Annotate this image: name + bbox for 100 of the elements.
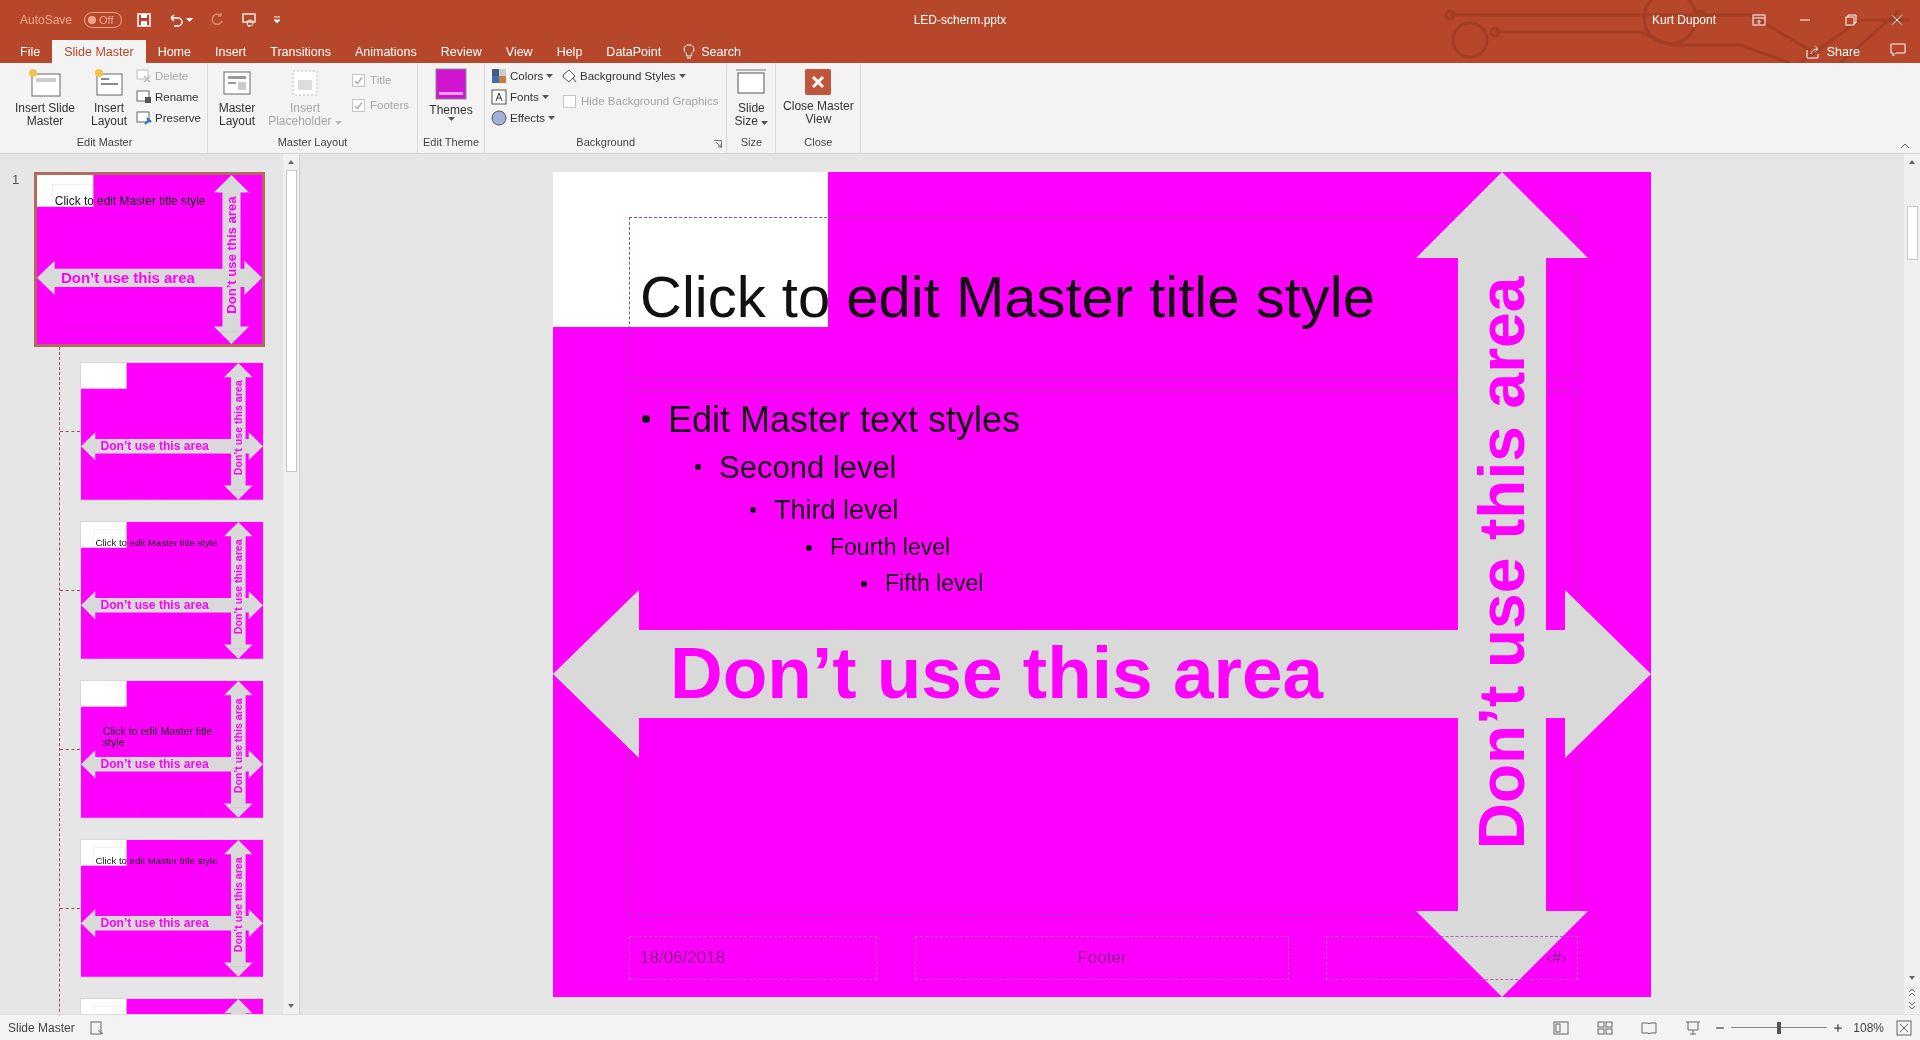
scroll-up-icon[interactable] (1908, 158, 1916, 166)
ribbon-tab[interactable]: Slide Master (52, 40, 146, 63)
scroll-down-icon[interactable] (1908, 974, 1916, 982)
share-button[interactable]: Share (1798, 40, 1866, 63)
slide-sorter-icon[interactable] (1597, 1019, 1614, 1036)
group-label: Background (576, 136, 636, 150)
ribbon-tab[interactable]: Animations (342, 40, 429, 63)
scroll-thumb[interactable] (1906, 206, 1918, 260)
effects-icon (491, 110, 508, 126)
previous-slide-icon[interactable] (1908, 988, 1916, 998)
lightbulb-icon (681, 43, 698, 60)
pin-icon (136, 110, 152, 126)
ribbon-button[interactable]: Themes (422, 66, 481, 136)
ribbon-button[interactable]: Insert Layout (86, 66, 132, 136)
corner-block (81, 522, 127, 548)
zoom-level[interactable]: 108% (1853, 1020, 1884, 1035)
zoom-in-icon[interactable] (1833, 1022, 1844, 1033)
layout-icon (94, 68, 124, 98)
window-title: LED-scherm.pptx (913, 13, 1007, 27)
bullet-icon (861, 580, 867, 587)
area-warning: Don’t use this area (670, 630, 1324, 715)
caret-icon (186, 18, 194, 22)
normal-view-icon[interactable] (1553, 1019, 1570, 1036)
slide-number-placeholder: ‹#› (1326, 935, 1578, 980)
area-warning: Don’t use this area (232, 698, 245, 794)
ribbon-tab[interactable]: Transitions (258, 40, 343, 63)
accessibility-icon[interactable] (88, 1019, 105, 1036)
theme-icon (435, 68, 468, 100)
group-label: Close (804, 136, 833, 150)
share-icon (1804, 43, 1821, 60)
close-icon (804, 68, 833, 96)
area-warning: Don’t use this area (232, 380, 245, 476)
corner-block (81, 840, 127, 866)
bullet-text: Fifth level (885, 569, 984, 598)
scrollbar[interactable] (1904, 154, 1920, 1014)
slideshow-icon[interactable] (1685, 1019, 1702, 1036)
slide-thumbnail[interactable]: Click to edit Master title style Don’t use this area Don’t use this area (80, 521, 264, 660)
ribbon-tab[interactable]: File (8, 40, 53, 63)
ribbon-tab[interactable]: Insert (203, 40, 259, 63)
bullet-icon (806, 545, 812, 552)
undo-icon (168, 12, 185, 28)
ribbon-button[interactable]: Rename (134, 87, 204, 107)
group-label: Edit Theme (423, 136, 480, 150)
scrollbar[interactable] (283, 154, 299, 1014)
area-warning: Don’t use this area (100, 597, 209, 613)
bullet-icon (695, 464, 701, 471)
ribbon-button[interactable]: Background Styles (559, 66, 723, 86)
ribbon-tab[interactable]: Review (428, 40, 494, 63)
zoom-slider-thumb[interactable] (1777, 1021, 1782, 1034)
view-mode: Slide Master (8, 1020, 75, 1035)
slide-thumbnail[interactable]: Click to edit Master title style Don’t use this area Don’t use this area (80, 680, 264, 819)
area-warning: Don’t use this area (232, 857, 245, 953)
scroll-thumb[interactable] (285, 170, 297, 472)
slide-number: 1 (11, 172, 21, 187)
fit-to-window-icon[interactable] (1896, 1019, 1912, 1036)
group-label: Master Layout (277, 136, 348, 150)
bullet-text: Fourth level (830, 534, 951, 562)
slide-thumbnail[interactable]: Click to edit Master title style Don’t use this area Don’t use this area (80, 839, 264, 978)
ribbon-tab[interactable]: Help (544, 40, 595, 63)
scroll-down-icon[interactable] (287, 1002, 295, 1010)
search-button[interactable]: Search (673, 40, 749, 63)
bullet-icon (642, 415, 650, 424)
bullet-text: Second level (719, 448, 897, 486)
slide-master-icon (28, 68, 62, 98)
background-styles-icon (561, 68, 577, 84)
corner-block (81, 681, 127, 707)
ribbon-button[interactable]: Colors (489, 66, 557, 86)
area-warning: Don’t use this area (1466, 276, 1538, 849)
user-name[interactable]: Kurt Dupont (1651, 13, 1716, 27)
placeholder-icon (290, 68, 321, 98)
dialog-launcher-icon[interactable] (714, 140, 723, 148)
area-warning: Don’t use this area (232, 539, 245, 635)
date-placeholder: 18/06/2018 (629, 935, 877, 980)
ribbon-button[interactable]: Effects (489, 108, 557, 128)
ribbon-button[interactable]: Preserve (134, 108, 204, 128)
layout-icon (222, 68, 253, 98)
ribbon-button[interactable]: Fonts (489, 87, 557, 107)
ribbon-tab[interactable]: View (493, 40, 545, 63)
corner-block (81, 363, 127, 389)
delete-icon (136, 68, 152, 84)
ribbon-tab[interactable]: DataPoint (594, 40, 674, 63)
group-label: Edit Master (76, 136, 133, 150)
area-warning: Don’t use this area (100, 915, 209, 931)
bullet-text: Edit Master text styles (668, 397, 1021, 441)
ribbon-tab[interactable]: Home (145, 40, 203, 63)
group-label: Size (740, 136, 763, 150)
font-icon (491, 89, 508, 105)
ribbon-button[interactable]: Close Master View (780, 66, 857, 136)
collapse-ribbon-icon[interactable] (1900, 143, 1910, 149)
reading-view-icon[interactable] (1641, 1019, 1658, 1036)
next-slide-icon[interactable] (1908, 1000, 1916, 1010)
rename-icon (136, 89, 152, 105)
footer-placeholder: Footer (915, 935, 1289, 980)
area-warning: Don’t use this area (100, 438, 209, 454)
ribbon-button[interactable]: Master Layout (212, 66, 263, 136)
ribbon-button[interactable]: Slide Size (731, 66, 772, 136)
ribbon-button[interactable]: Insert Slide Master (6, 66, 84, 136)
scroll-up-icon[interactable] (287, 158, 295, 166)
corner-block (37, 175, 94, 207)
colors-icon (491, 68, 508, 84)
